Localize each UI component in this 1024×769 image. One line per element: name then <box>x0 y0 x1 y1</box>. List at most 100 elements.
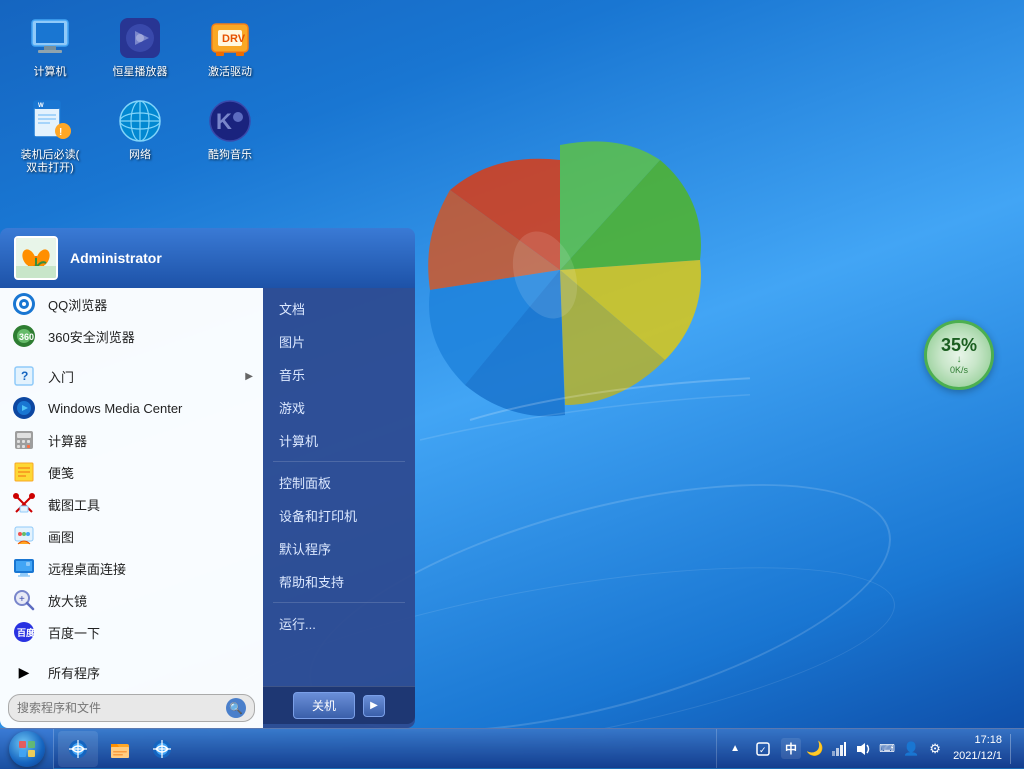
wmc-icon <box>10 394 38 422</box>
right-menu-default-programs[interactable]: 默认程序 <box>263 532 415 565</box>
windows-logo <box>370 80 750 460</box>
right-menu-help-support[interactable]: 帮助和支持 <box>263 565 415 598</box>
svg-text:!: ! <box>59 127 62 138</box>
right-menu-run[interactable]: 运行... <box>263 607 415 640</box>
net-arrow: ↓ <box>957 354 962 365</box>
tray-action-center-icon[interactable]: ✓ <box>753 739 773 759</box>
svg-text:W: W <box>38 103 44 109</box>
hengxing-player-icon <box>116 14 164 62</box>
taskbar-explorer-icon <box>108 737 132 761</box>
taskbar-item-ie2[interactable] <box>142 731 182 767</box>
right-menu-documents[interactable]: 文档 <box>263 292 415 325</box>
svg-text:百度: 百度 <box>17 627 36 638</box>
menu-item-rdp[interactable]: 远程桌面连接 <box>0 552 263 584</box>
intro-label: 入门 <box>48 367 235 386</box>
desktop-icon-activate-driver[interactable]: DRV 激活驱动 <box>190 10 270 83</box>
tray-network-icon[interactable] <box>829 739 849 759</box>
svg-text:✓: ✓ <box>759 745 767 755</box>
clock-date: 2021/12/1 <box>953 749 1002 764</box>
svg-text:360: 360 <box>19 332 34 342</box>
shutdown-button[interactable]: 关机 <box>293 692 355 719</box>
right-menu-games[interactable]: 游戏 <box>263 391 415 424</box>
clock-time: 17:18 <box>974 733 1002 748</box>
desktop-icon-kugou-music[interactable]: K 酷狗音乐 <box>190 93 270 166</box>
intro-arrow: ▶ <box>245 371 253 382</box>
search-button[interactable]: 🔍 <box>226 698 246 718</box>
right-menu-divider-2 <box>273 602 405 603</box>
all-programs-label: 所有程序 <box>48 663 253 682</box>
start-menu-left-panel: QQ浏览器 360 360安全浏览器 <box>0 288 263 728</box>
taskbar: ▲ ✓ 中 🌙 <box>0 728 1024 768</box>
kugou-music-icon-label: 酷狗音乐 <box>208 149 252 162</box>
install-readme-icon: W ! <box>26 97 74 145</box>
menu-item-qq-browser[interactable]: QQ浏览器 <box>0 288 263 320</box>
wmc-label: Windows Media Center <box>48 401 253 416</box>
tray-settings-icon[interactable]: ⚙ <box>925 739 945 759</box>
desktop-icons-container: 计算机 W ! 装机后必读( 双击打开) <box>10 10 270 230</box>
magnify-label: 放大镜 <box>48 591 253 610</box>
tray-expand-icon[interactable]: ▲ <box>725 739 745 759</box>
svg-text:?: ? <box>21 369 28 383</box>
start-menu-header: Administrator <box>0 228 415 288</box>
tray-show-desktop[interactable] <box>1010 734 1016 764</box>
intro-icon: ? <box>10 362 38 390</box>
desktop-icon-hengxing-player[interactable]: 恒星播放器 <box>100 10 180 83</box>
taskbar-items <box>54 729 716 768</box>
network-icon <box>116 97 164 145</box>
qq-browser-label: QQ浏览器 <box>48 295 253 314</box>
shutdown-bar: 关机 ▶ <box>263 686 415 724</box>
menu-item-magnify[interactable]: + 放大镜 <box>0 584 263 616</box>
menu-item-paint[interactable]: 画图 <box>0 520 263 552</box>
net-speed-widget: 35% ↓ 0K/s <box>924 320 994 390</box>
menu-item-sticky[interactable]: 便笺 <box>0 456 263 488</box>
menu-item-360-browser[interactable]: 360 360安全浏览器 <box>0 320 263 352</box>
tray-icons: ✓ <box>749 739 777 759</box>
menu-item-wmc[interactable]: Windows Media Center <box>0 392 263 424</box>
search-bar: 🔍 <box>8 694 255 722</box>
computer-icon-label: 计算机 <box>34 66 67 79</box>
right-menu-control-panel[interactable]: 控制面板 <box>263 466 415 499</box>
all-programs-icon: ▶ <box>10 658 38 686</box>
hengxing-player-icon-label: 恒星播放器 <box>113 66 168 79</box>
taskbar-item-ie[interactable] <box>58 731 98 767</box>
taskbar-item-explorer[interactable] <box>100 731 140 767</box>
search-input[interactable] <box>17 701 220 715</box>
rdp-icon <box>10 554 38 582</box>
svg-text:DRV: DRV <box>222 33 246 45</box>
taskbar-ie-icon <box>66 737 90 761</box>
right-menu-computer[interactable]: 计算机 <box>263 424 415 457</box>
start-button[interactable] <box>0 729 54 769</box>
start-menu-body: QQ浏览器 360 360安全浏览器 <box>0 288 415 728</box>
menu-item-baidu[interactable]: 百度 百度一下 <box>0 616 263 648</box>
network-icon-label: 网络 <box>129 149 151 162</box>
net-percent: 35% <box>941 336 977 354</box>
right-menu-devices-printers[interactable]: 设备和打印机 <box>263 499 415 532</box>
start-menu-right-panel: 文档 图片 音乐 游戏 计算机 控制面板 设备和打印机 默认程序 帮助和支持 运… <box>263 288 415 728</box>
menu-item-calculator[interactable]: 计算器 <box>0 424 263 456</box>
menu-item-snipping[interactable]: 截图工具 <box>0 488 263 520</box>
desktop-icon-network[interactable]: 网络 <box>100 93 180 166</box>
360-browser-label: 360安全浏览器 <box>48 327 253 346</box>
shutdown-arrow[interactable]: ▶ <box>363 695 385 717</box>
activate-driver-icon-label: 激活驱动 <box>208 66 252 79</box>
clock[interactable]: 17:18 2021/12/1 <box>949 733 1002 764</box>
desktop-icon-computer[interactable]: 计算机 <box>10 10 90 83</box>
right-menu-pictures[interactable]: 图片 <box>263 325 415 358</box>
right-menu-divider-1 <box>273 461 405 462</box>
rdp-label: 远程桌面连接 <box>48 559 253 578</box>
lang-indicator[interactable]: 中 <box>781 738 801 759</box>
desktop-icon-install-readme[interactable]: W ! 装机后必读( 双击打开) <box>10 93 90 179</box>
baidu-icon: 百度 <box>10 618 38 646</box>
tray-moon-icon[interactable]: 🌙 <box>805 739 825 759</box>
tray-user-icon[interactable]: 👤 <box>901 739 921 759</box>
right-menu-music[interactable]: 音乐 <box>263 358 415 391</box>
svg-text:K: K <box>216 109 232 134</box>
system-tray: ▲ ✓ 中 🌙 <box>716 729 1024 768</box>
sticky-label: 便笺 <box>48 463 253 482</box>
taskbar-ie2-icon <box>150 737 174 761</box>
computer-icon <box>26 14 74 62</box>
tray-input-icon[interactable]: ⌨ <box>877 739 897 759</box>
menu-item-all-programs[interactable]: ▶ 所有程序 <box>0 656 263 688</box>
tray-volume-icon[interactable] <box>853 739 873 759</box>
menu-item-intro[interactable]: ? 入门 ▶ <box>0 360 263 392</box>
